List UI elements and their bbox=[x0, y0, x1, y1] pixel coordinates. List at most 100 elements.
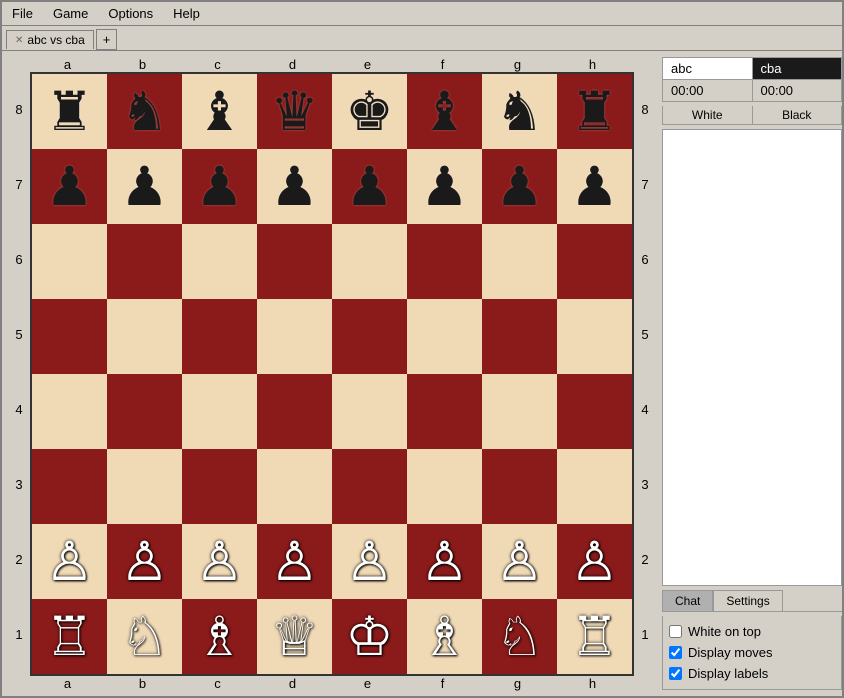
square-c6[interactable] bbox=[182, 224, 257, 299]
square-b5[interactable] bbox=[107, 299, 182, 374]
square-a8[interactable]: ♜ bbox=[32, 74, 107, 149]
square-b6[interactable] bbox=[107, 224, 182, 299]
square-a2[interactable]: ♙ bbox=[32, 524, 107, 599]
black-player-name: cba bbox=[752, 58, 842, 80]
square-g1[interactable]: ♘ bbox=[482, 599, 557, 674]
square-e8[interactable]: ♚ bbox=[332, 74, 407, 149]
square-h3[interactable] bbox=[557, 449, 632, 524]
square-h8[interactable]: ♜ bbox=[557, 74, 632, 149]
square-b8[interactable]: ♞ bbox=[107, 74, 182, 149]
menubar: File Game Options Help bbox=[2, 2, 842, 26]
square-f7[interactable]: ♟ bbox=[407, 149, 482, 224]
square-e2[interactable]: ♙ bbox=[332, 524, 407, 599]
col-label-top-e: e bbox=[330, 57, 405, 72]
square-f2[interactable]: ♙ bbox=[407, 524, 482, 599]
square-d3[interactable] bbox=[257, 449, 332, 524]
black-col-header: Black bbox=[753, 106, 842, 124]
col-label-top-a: a bbox=[30, 57, 105, 72]
square-c1[interactable]: ♗ bbox=[182, 599, 257, 674]
tab-close-icon[interactable]: ✕ bbox=[15, 35, 23, 46]
row-label-left-3: 3 bbox=[8, 447, 30, 522]
col-label-top-d: d bbox=[255, 57, 330, 72]
chessboard[interactable]: ♜♞♝♛♚♝♞♜♟♟♟♟♟♟♟♟♙♙♙♙♙♙♙♙♖♘♗♕♔♗♘♖ bbox=[30, 72, 634, 676]
square-g3[interactable] bbox=[482, 449, 557, 524]
square-d5[interactable] bbox=[257, 299, 332, 374]
square-c3[interactable] bbox=[182, 449, 257, 524]
tab-settings[interactable]: Settings bbox=[713, 590, 782, 611]
square-c7[interactable]: ♟ bbox=[182, 149, 257, 224]
tab-chat[interactable]: Chat bbox=[662, 590, 713, 611]
square-a5[interactable] bbox=[32, 299, 107, 374]
square-e4[interactable] bbox=[332, 374, 407, 449]
square-c8[interactable]: ♝ bbox=[182, 74, 257, 149]
square-h7[interactable]: ♟ bbox=[557, 149, 632, 224]
square-f8[interactable]: ♝ bbox=[407, 74, 482, 149]
square-e3[interactable] bbox=[332, 449, 407, 524]
square-b1[interactable]: ♘ bbox=[107, 599, 182, 674]
square-g6[interactable] bbox=[482, 224, 557, 299]
moves-area[interactable] bbox=[662, 129, 842, 586]
square-b7[interactable]: ♟ bbox=[107, 149, 182, 224]
square-d6[interactable] bbox=[257, 224, 332, 299]
square-f5[interactable] bbox=[407, 299, 482, 374]
col-label-top-h: h bbox=[555, 57, 630, 72]
col-label-top-f: f bbox=[405, 57, 480, 72]
square-b4[interactable] bbox=[107, 374, 182, 449]
row-label-right-6: 6 bbox=[634, 222, 656, 297]
display-moves-checkbox[interactable] bbox=[669, 646, 682, 659]
col-label-bot-b: b bbox=[105, 676, 180, 691]
menu-options[interactable]: Options bbox=[102, 4, 159, 23]
square-e5[interactable] bbox=[332, 299, 407, 374]
square-b2[interactable]: ♙ bbox=[107, 524, 182, 599]
square-e7[interactable]: ♟ bbox=[332, 149, 407, 224]
square-e6[interactable] bbox=[332, 224, 407, 299]
square-d8[interactable]: ♛ bbox=[257, 74, 332, 149]
square-e1[interactable]: ♔ bbox=[332, 599, 407, 674]
square-a4[interactable] bbox=[32, 374, 107, 449]
menu-file[interactable]: File bbox=[6, 4, 39, 23]
square-d1[interactable]: ♕ bbox=[257, 599, 332, 674]
display-labels-checkbox[interactable] bbox=[669, 667, 682, 680]
white-col-header: White bbox=[663, 106, 753, 124]
square-d2[interactable]: ♙ bbox=[257, 524, 332, 599]
player-names-row: abc cba bbox=[663, 58, 842, 80]
square-d4[interactable] bbox=[257, 374, 332, 449]
square-h2[interactable]: ♙ bbox=[557, 524, 632, 599]
square-g4[interactable] bbox=[482, 374, 557, 449]
col-label-bot-a: a bbox=[30, 676, 105, 691]
square-c5[interactable] bbox=[182, 299, 257, 374]
square-c2[interactable]: ♙ bbox=[182, 524, 257, 599]
square-f1[interactable]: ♗ bbox=[407, 599, 482, 674]
main-window: File Game Options Help ✕ abc vs cba + ab… bbox=[0, 0, 844, 698]
square-a3[interactable] bbox=[32, 449, 107, 524]
square-g5[interactable] bbox=[482, 299, 557, 374]
square-f3[interactable] bbox=[407, 449, 482, 524]
panel-tabs: Chat Settings bbox=[662, 590, 842, 612]
row-label-left-8: 8 bbox=[8, 72, 30, 147]
square-h6[interactable] bbox=[557, 224, 632, 299]
square-b3[interactable] bbox=[107, 449, 182, 524]
square-a1[interactable]: ♖ bbox=[32, 599, 107, 674]
menu-help[interactable]: Help bbox=[167, 4, 206, 23]
square-g7[interactable]: ♟ bbox=[482, 149, 557, 224]
tabbar: ✕ abc vs cba + bbox=[2, 26, 842, 51]
display-labels-label: Display labels bbox=[688, 666, 768, 681]
square-a7[interactable]: ♟ bbox=[32, 149, 107, 224]
tab-add-button[interactable]: + bbox=[96, 29, 118, 50]
square-g8[interactable]: ♞ bbox=[482, 74, 557, 149]
square-d7[interactable]: ♟ bbox=[257, 149, 332, 224]
square-f4[interactable] bbox=[407, 374, 482, 449]
square-f6[interactable] bbox=[407, 224, 482, 299]
square-a6[interactable] bbox=[32, 224, 107, 299]
row-label-left-6: 6 bbox=[8, 222, 30, 297]
square-h4[interactable] bbox=[557, 374, 632, 449]
square-g2[interactable]: ♙ bbox=[482, 524, 557, 599]
square-h1[interactable]: ♖ bbox=[557, 599, 632, 674]
right-panel: abc cba 00:00 00:00 White Black Chat Set… bbox=[662, 57, 842, 690]
col-label-bot-h: h bbox=[555, 676, 630, 691]
square-h5[interactable] bbox=[557, 299, 632, 374]
menu-game[interactable]: Game bbox=[47, 4, 94, 23]
white-on-top-checkbox[interactable] bbox=[669, 625, 682, 638]
tab-game[interactable]: ✕ abc vs cba bbox=[6, 30, 94, 49]
square-c4[interactable] bbox=[182, 374, 257, 449]
